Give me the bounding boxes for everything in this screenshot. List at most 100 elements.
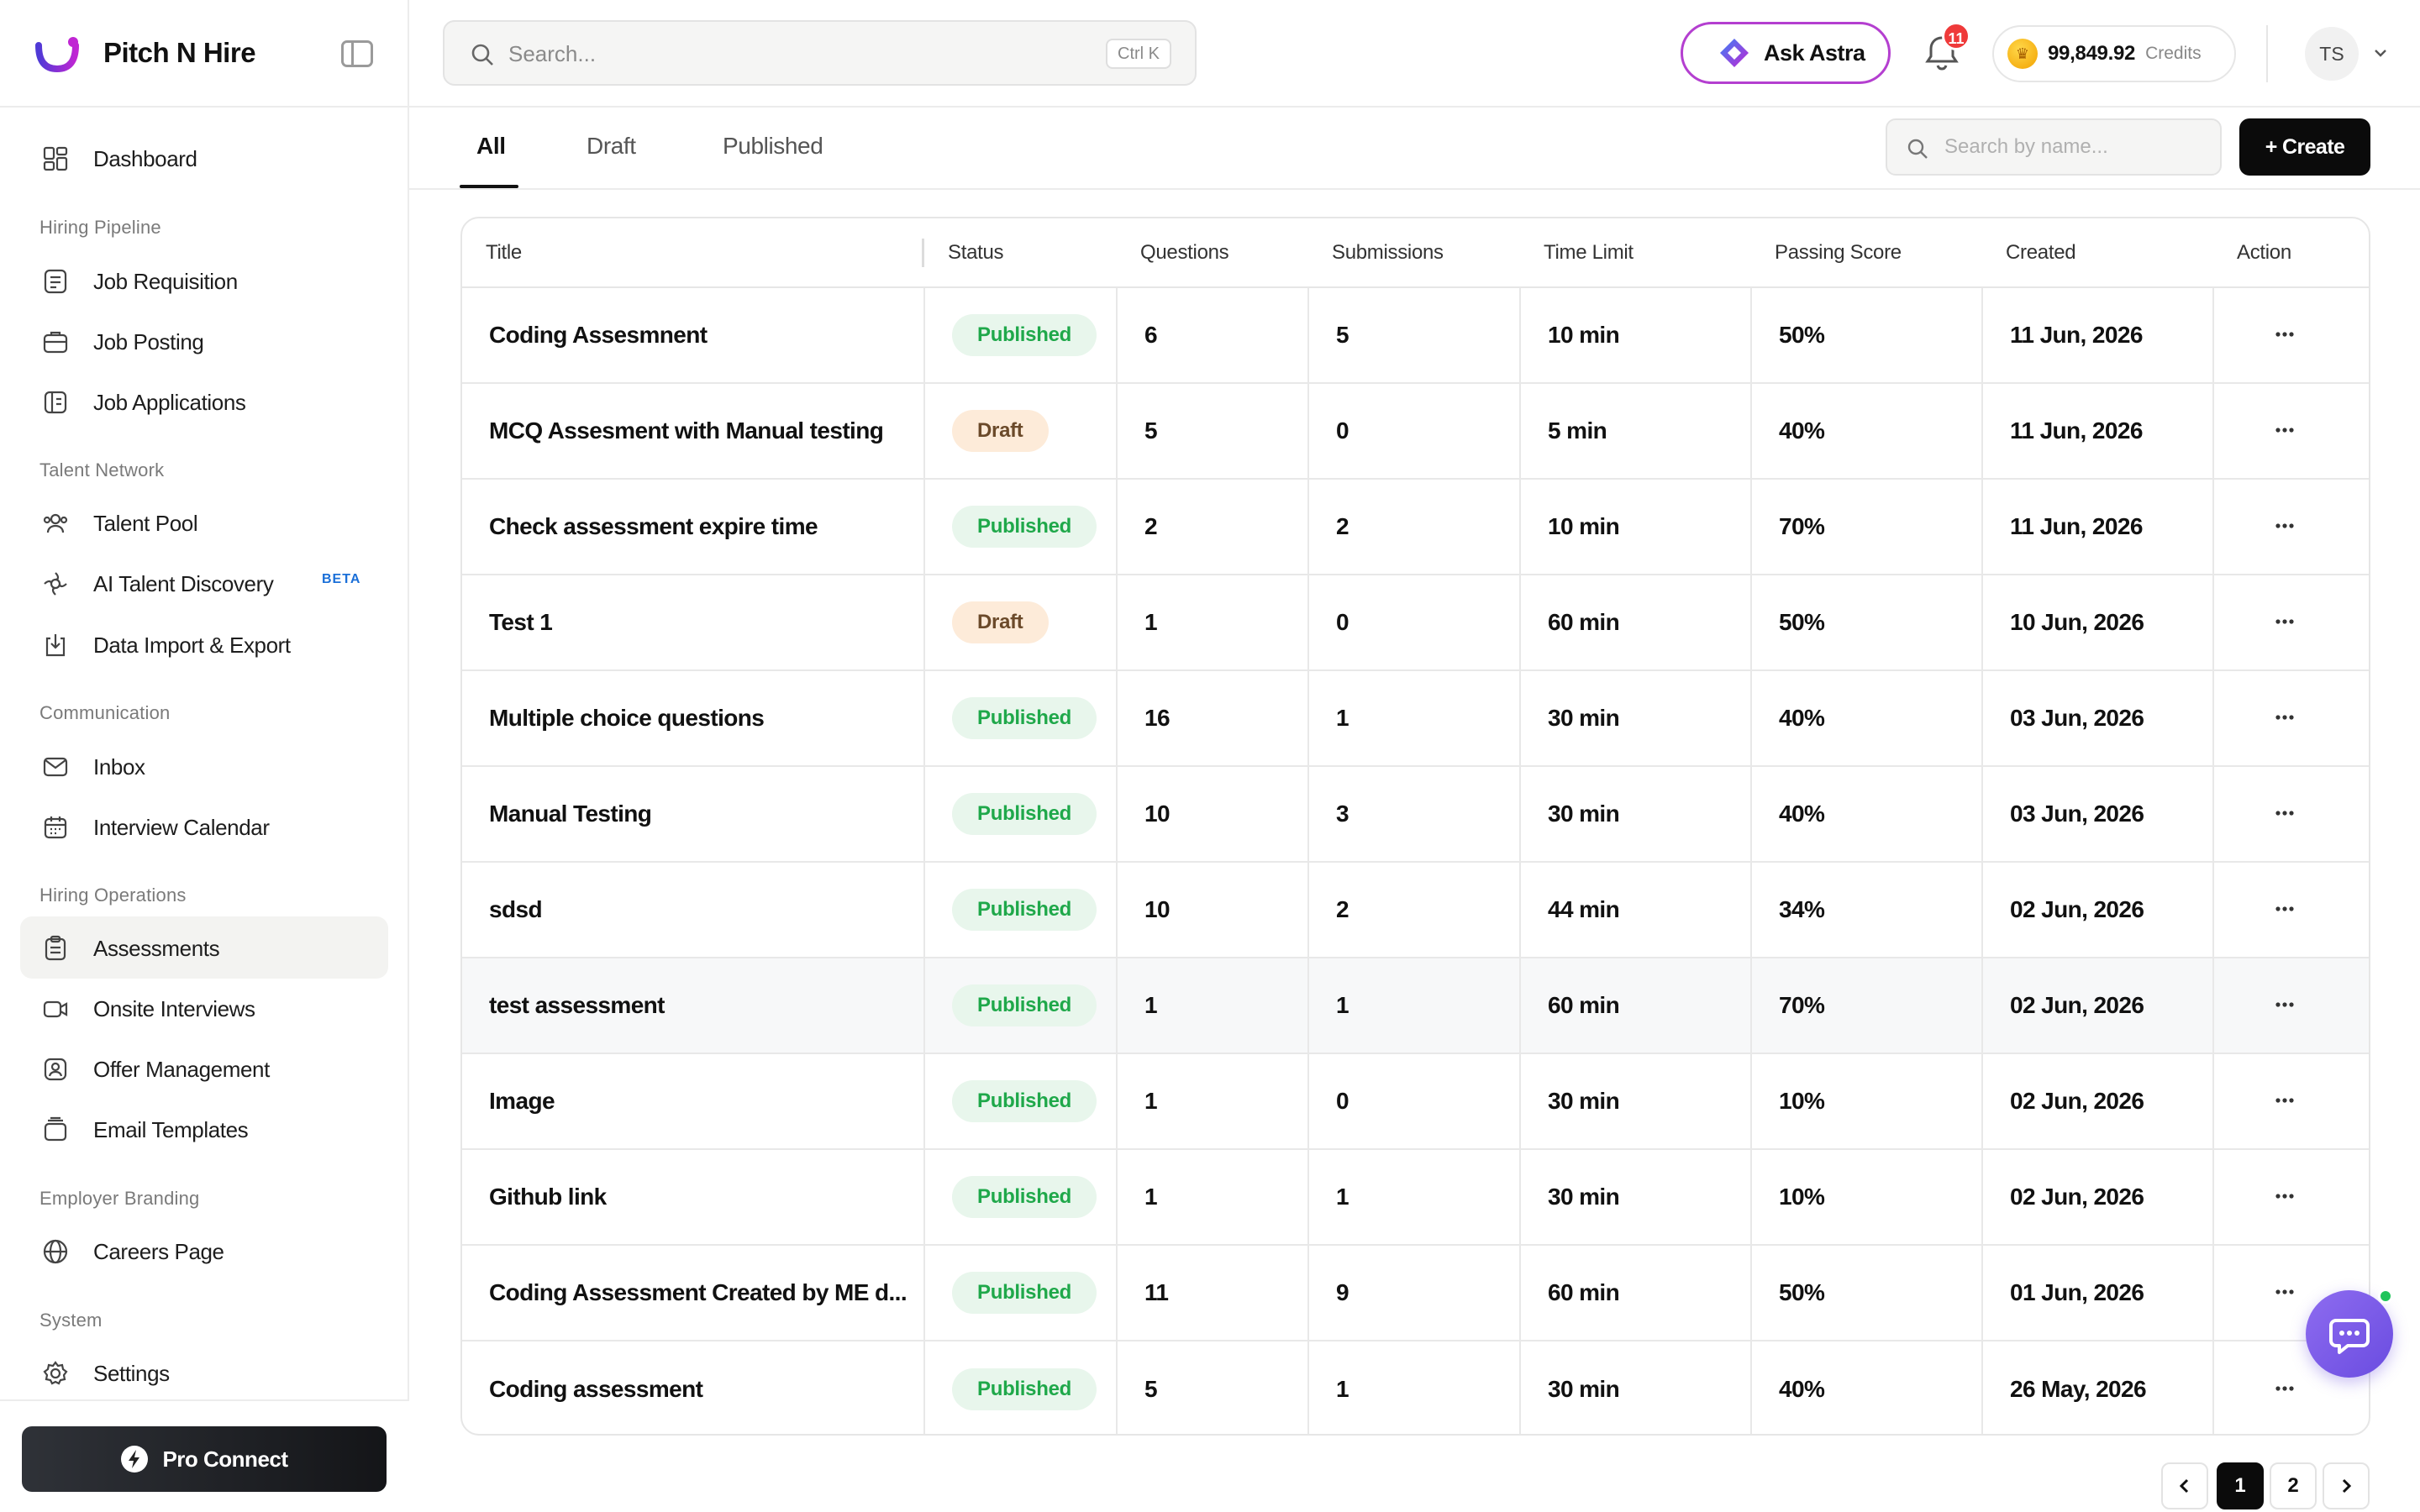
cell-passing-score: 10% — [1751, 1053, 1983, 1150]
sidebar-item-talent-pool[interactable]: Talent Pool — [20, 491, 388, 554]
table-row[interactable]: MCQ Assesment with Manual testing Draft 5 0… — [462, 383, 2369, 480]
more-options-icon[interactable] — [2268, 1092, 2302, 1109]
cell-submissions: 2 — [1308, 862, 1521, 958]
ai-sparkle-icon — [44, 572, 67, 596]
table-row[interactable]: Manual Testing Published 10 3 30 min 40% 03 Ju… — [462, 766, 2369, 863]
ask-astra-button[interactable]: Ask Astra — [1681, 22, 1891, 84]
pro-connect-button[interactable]: Pro Connect — [22, 1426, 387, 1492]
cell-submissions: 9 — [1308, 1245, 1521, 1341]
create-button[interactable]: + Create — [2239, 118, 2370, 176]
cell-action — [2213, 958, 2369, 1054]
sidebar-item-assessments[interactable]: Assessments — [20, 916, 388, 979]
column-header-passing-score[interactable]: Passing Score — [1751, 218, 1982, 288]
sidebar-collapse-icon[interactable] — [341, 40, 373, 67]
column-header-questions[interactable]: Questions — [1117, 218, 1308, 288]
more-options-icon[interactable] — [2268, 1284, 2302, 1300]
sidebar-item-offer-management[interactable]: Offer Management — [20, 1037, 388, 1100]
table-row[interactable]: Github link Published 1 1 30 min 10% 02 Jun, 2… — [462, 1149, 2369, 1246]
name-search-input[interactable] — [1944, 132, 2196, 162]
sidebar-item-label: Data Import & Export — [93, 633, 291, 658]
cell-submissions: 5 — [1308, 287, 1521, 384]
cell-time-limit: 30 min — [1520, 766, 1752, 863]
cell-submissions: 1 — [1308, 1341, 1521, 1434]
more-options-icon[interactable] — [2268, 900, 2302, 917]
more-options-icon[interactable] — [2268, 1188, 2302, 1205]
column-header-time-limit[interactable]: Time Limit — [1520, 218, 1751, 288]
globe-icon — [43, 1239, 68, 1264]
pitchnhire-logo-icon[interactable] — [34, 35, 81, 74]
sidebar-item-data-import-export[interactable]: Data Import & Export — [20, 613, 388, 675]
name-search[interactable] — [1886, 118, 2222, 176]
table-row[interactable]: Check assessment expire time Published 2 2 1… — [462, 479, 2369, 575]
sidebar-item-label: Inbox — [93, 754, 145, 780]
chat-support-button[interactable] — [2306, 1290, 2393, 1378]
user-avatar[interactable]: TS — [2305, 27, 2359, 81]
more-options-icon[interactable] — [2268, 805, 2302, 822]
sidebar-item-ai-talent-discovery[interactable]: AI Talent Discovery BETA — [20, 552, 388, 614]
sidebar-item-job-requisition[interactable]: Job Requisition — [20, 249, 388, 312]
chevron-down-icon[interactable] — [2374, 47, 2387, 60]
cell-time-limit: 44 min — [1520, 862, 1752, 958]
cell-time-limit: 30 min — [1520, 670, 1752, 767]
table-row[interactable]: Coding Assessment Created by ME d... Publ… — [462, 1245, 2369, 1341]
table-row[interactable]: Image Published 1 0 30 min 10% 02 Jun, 2026 — [462, 1053, 2369, 1150]
pagination-next-button[interactable] — [2323, 1462, 2370, 1509]
sidebar-item-onsite-interviews[interactable]: Onsite Interviews — [20, 977, 388, 1039]
more-options-icon[interactable] — [2268, 422, 2302, 438]
pagination-page-2[interactable]: 2 — [2270, 1462, 2317, 1509]
more-options-icon[interactable] — [2268, 517, 2302, 534]
credits-pill[interactable]: ♛ 99,849.92 Credits — [1992, 25, 2236, 82]
video-icon — [43, 1000, 68, 1018]
cell-title: test assessment — [462, 958, 925, 1054]
sidebar-item-inbox[interactable]: Inbox — [20, 735, 388, 797]
sidebar-item-email-templates[interactable]: Email Templates — [20, 1098, 388, 1160]
more-options-icon[interactable] — [2268, 709, 2302, 726]
sidebar-item-interview-calendar[interactable]: Interview Calendar — [20, 795, 388, 858]
cell-action — [2213, 670, 2369, 767]
cell-action — [2213, 479, 2369, 575]
more-options-icon[interactable] — [2268, 996, 2302, 1013]
tab-all[interactable]: All — [476, 133, 506, 160]
mail-icon — [43, 757, 68, 777]
pagination-prev-button[interactable] — [2161, 1462, 2208, 1509]
column-header-status[interactable]: Status — [924, 218, 1117, 288]
table-row[interactable]: sdsd Published 10 2 44 min 34% 02 Jun, 2026 — [462, 862, 2369, 958]
table-row[interactable]: Coding assessment Published 5 1 30 min 40% 26 … — [462, 1341, 2369, 1434]
status-badge: Published — [952, 1368, 1097, 1410]
table-row[interactable]: test assessment Published 1 1 60 min 70% 02 Ju… — [462, 958, 2369, 1054]
table-row[interactable]: Test 1 Draft 1 0 60 min 50% 10 Jun, 2026 — [462, 575, 2369, 671]
table-row[interactable]: Multiple choice questions Published 16 1 30 … — [462, 670, 2369, 767]
sidebar-item-careers-page[interactable]: Careers Page — [20, 1220, 388, 1282]
cell-status: Published — [924, 958, 1118, 1054]
column-header-submissions[interactable]: Submissions — [1308, 218, 1520, 288]
sidebar-item-settings[interactable]: Settings — [20, 1341, 388, 1404]
cell-title: Coding Assessment Created by ME d... — [462, 1245, 925, 1341]
cell-questions: 1 — [1117, 1053, 1309, 1150]
cell-time-limit: 5 min — [1520, 383, 1752, 480]
pagination-page-1[interactable]: 1 — [2217, 1462, 2264, 1509]
tab-published[interactable]: Published — [723, 133, 823, 160]
header-divider — [2266, 25, 2268, 82]
sidebar-item-job-applications[interactable]: Job Applications — [20, 370, 388, 433]
column-header-created[interactable]: Created — [1982, 218, 2213, 288]
table-row[interactable]: Coding Assesmnent Published 6 5 10 min 50% 11 … — [462, 287, 2369, 384]
sidebar-item-label: Interview Calendar — [93, 815, 270, 840]
calendar-icon — [44, 816, 67, 839]
column-header-title[interactable]: Title — [462, 218, 924, 288]
cell-status: Published — [924, 287, 1118, 384]
more-options-icon[interactable] — [2268, 326, 2302, 343]
cell-title: Coding Assesmnent — [462, 287, 925, 384]
global-search-input[interactable] — [508, 37, 1013, 71]
more-options-icon[interactable] — [2268, 1380, 2302, 1397]
cell-status: Published — [924, 862, 1118, 958]
cell-passing-score: 34% — [1751, 862, 1983, 958]
more-options-icon[interactable] — [2268, 613, 2302, 630]
sidebar-item-job-posting[interactable]: Job Posting — [20, 310, 388, 372]
coin-icon: ♛ — [2007, 39, 2038, 69]
tab-draft[interactable]: Draft — [587, 133, 636, 160]
global-search[interactable]: Ctrl K — [443, 20, 1197, 86]
section-communication: Communication — [39, 702, 171, 723]
sidebar-item-dashboard[interactable]: Dashboard — [20, 127, 388, 189]
topbar: Ctrl K Ask Astra 11 ♛ 99,849.92 Credits … — [409, 0, 2420, 108]
cell-passing-score: 70% — [1751, 479, 1983, 575]
